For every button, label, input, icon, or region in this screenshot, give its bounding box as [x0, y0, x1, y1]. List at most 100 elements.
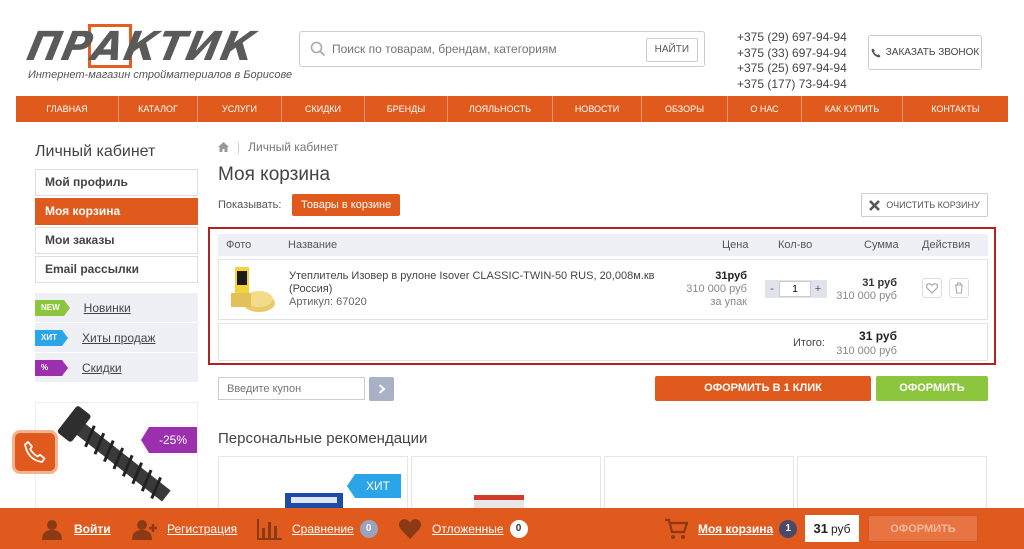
callback-label: ЗАКАЗАТЬ ЗВОНОК: [885, 47, 980, 58]
nav-item-catalog[interactable]: КАТАЛОГ: [119, 96, 198, 122]
search-bar: НАЙТИ: [299, 31, 705, 67]
logo[interactable]: ПРАКТИК Интернет-магазин стройматериалов…: [23, 24, 292, 84]
nav-item-how-to-buy[interactable]: КАК КУПИТЬ: [802, 96, 903, 122]
register-link[interactable]: Регистрация: [131, 508, 237, 549]
nav-item-about[interactable]: О НАС: [728, 96, 802, 122]
bottom-checkout-button[interactable]: ОФОРМИТЬ: [868, 515, 978, 542]
nav-item-brands[interactable]: БРЕНДЫ: [365, 96, 448, 122]
favorite-button[interactable]: [922, 278, 942, 298]
search-button[interactable]: НАЙТИ: [645, 38, 698, 62]
checkout-button[interactable]: ОФОРМИТЬ: [876, 376, 988, 401]
discount-badge: -25%: [141, 427, 197, 453]
show-filter-cart[interactable]: Товары в корзине: [292, 194, 401, 216]
product-price: 31руб 310 000 руб за упак: [686, 270, 747, 309]
col-name: Название: [288, 239, 338, 251]
promo-discounts-link[interactable]: Скидки: [82, 361, 122, 375]
floating-call-button[interactable]: [12, 430, 58, 474]
sidebar-item-cart[interactable]: Моя корзина: [35, 198, 198, 225]
user-icon: [38, 517, 66, 541]
sum-value: 31 руб: [862, 277, 897, 289]
login-link[interactable]: Войти: [38, 508, 111, 549]
qty-input[interactable]: [779, 281, 811, 297]
cart-item-row: Утеплитель Изовер в рулоне Isover CLASSI…: [218, 259, 988, 320]
logo-subtitle: Интернет-магазин стройматериалов в Борис…: [28, 69, 293, 81]
recommendation-card[interactable]: [604, 456, 794, 516]
sidebar-menu: Мой профиль Моя корзина Мои заказы Email…: [35, 169, 198, 285]
search-icon: [310, 41, 326, 57]
sidebar-item-profile[interactable]: Мой профиль: [35, 169, 198, 196]
sidebar-item-email[interactable]: Email рассылки: [35, 256, 198, 283]
total-label: Итого:: [793, 337, 825, 349]
qty-minus-button[interactable]: -: [765, 283, 779, 295]
breadcrumb-current: Личный кабинет: [248, 140, 339, 154]
deferred-label: Отложенные: [432, 521, 504, 536]
nav-item-services[interactable]: УСЛУГИ: [198, 96, 282, 122]
cart-label: Моя корзина: [698, 521, 774, 536]
bottom-bar: Войти Регистрация Сравнение 0 Отложенные…: [0, 508, 1024, 549]
total-value: 31 руб 310 000 руб: [836, 329, 897, 358]
search-input[interactable]: [332, 38, 632, 60]
recommendation-card[interactable]: [797, 456, 987, 516]
col-sum: Сумма: [864, 239, 899, 251]
cart-sum-value: 31: [813, 521, 828, 536]
recommendation-card[interactable]: [411, 456, 601, 516]
recommendations-title: Персональные рекомендации: [218, 430, 428, 447]
breadcrumb: | Личный кабинет: [218, 140, 338, 154]
product-image[interactable]: [229, 265, 277, 315]
qty-plus-button[interactable]: +: [811, 283, 825, 295]
compare-count: 0: [359, 519, 378, 538]
quantity-stepper: - +: [765, 280, 827, 298]
nav-item-discounts[interactable]: СКИДКИ: [282, 96, 365, 122]
deferred-link[interactable]: Отложенные 0: [396, 508, 528, 549]
col-price: Цена: [722, 239, 749, 251]
nav-item-home[interactable]: ГЛАВНАЯ: [16, 96, 119, 122]
price-value: 31руб: [715, 270, 747, 282]
coupon-apply-button[interactable]: [369, 377, 394, 401]
phone-icon: [24, 441, 46, 463]
delete-button[interactable]: [949, 278, 969, 298]
breadcrumb-separator: |: [237, 140, 241, 154]
phone-number[interactable]: +375 (29) 697-94-94: [737, 30, 847, 46]
phone-number[interactable]: +375 (33) 697-94-94: [737, 46, 847, 62]
cart-link[interactable]: Моя корзина 1: [662, 508, 798, 549]
deferred-count: 0: [509, 519, 528, 538]
home-icon[interactable]: [218, 142, 229, 152]
close-icon: [869, 199, 881, 211]
price-unit: за упак: [710, 296, 747, 308]
sidebar-item-orders[interactable]: Мои заказы: [35, 227, 198, 254]
promo-new[interactable]: NEW Новинки: [35, 293, 198, 322]
register-label: Регистрация: [167, 521, 238, 536]
phone-list: +375 (29) 697-94-94 +375 (33) 697-94-94 …: [737, 30, 847, 92]
heart-icon: [926, 282, 938, 294]
compare-label: Сравнение: [292, 521, 354, 536]
total-old: 310 000 руб: [836, 345, 897, 357]
promo-new-link[interactable]: Новинки: [84, 301, 131, 315]
page-title: Моя корзина: [218, 164, 331, 185]
chevron-right-icon: [378, 384, 386, 394]
hit-badge: ХИТ: [347, 474, 401, 498]
product-name[interactable]: Утеплитель Изовер в рулоне Isover CLASSI…: [289, 270, 669, 296]
login-label: Войти: [74, 521, 111, 536]
promo-hits[interactable]: ХИТ Хиты продаж: [35, 323, 198, 352]
promo-discounts[interactable]: % Скидки: [35, 353, 198, 382]
compare-link[interactable]: Сравнение 0: [256, 508, 378, 549]
cart-sum-unit: руб: [830, 521, 851, 536]
clear-cart-button[interactable]: ОЧИСТИТЬ КОРЗИНУ: [861, 193, 988, 217]
cart-table: Фото Название Цена Кол-во Сумма Действия…: [208, 227, 996, 365]
promo-hits-link[interactable]: Хиты продаж: [82, 331, 155, 345]
nav-item-contacts[interactable]: КОНТАКТЫ: [903, 96, 1008, 122]
price-old: 310 000 руб: [686, 283, 747, 295]
nav-item-news[interactable]: НОВОСТИ: [553, 96, 642, 122]
sidebar-banner[interactable]: -25%: [35, 402, 198, 512]
phone-number[interactable]: +375 (25) 697-94-94: [737, 61, 847, 77]
callback-button[interactable]: ЗАКАЗАТЬ ЗВОНОК: [868, 35, 982, 70]
col-actions: Действия: [922, 239, 971, 251]
cart-total-row: Итого: 31 руб 310 000 руб: [218, 323, 988, 361]
col-photo: Фото: [226, 239, 252, 251]
coupon-input[interactable]: [218, 377, 365, 400]
one-click-order-button[interactable]: ОФОРМИТЬ В 1 КЛИК: [655, 376, 871, 401]
col-qty: Кол-во: [778, 239, 813, 251]
nav-item-reviews[interactable]: ОБЗОРЫ: [642, 96, 728, 122]
phone-number[interactable]: +375 (177) 73-94-94: [737, 77, 847, 93]
nav-item-loyalty[interactable]: ЛОЯЛЬНОСТЬ: [448, 96, 553, 122]
